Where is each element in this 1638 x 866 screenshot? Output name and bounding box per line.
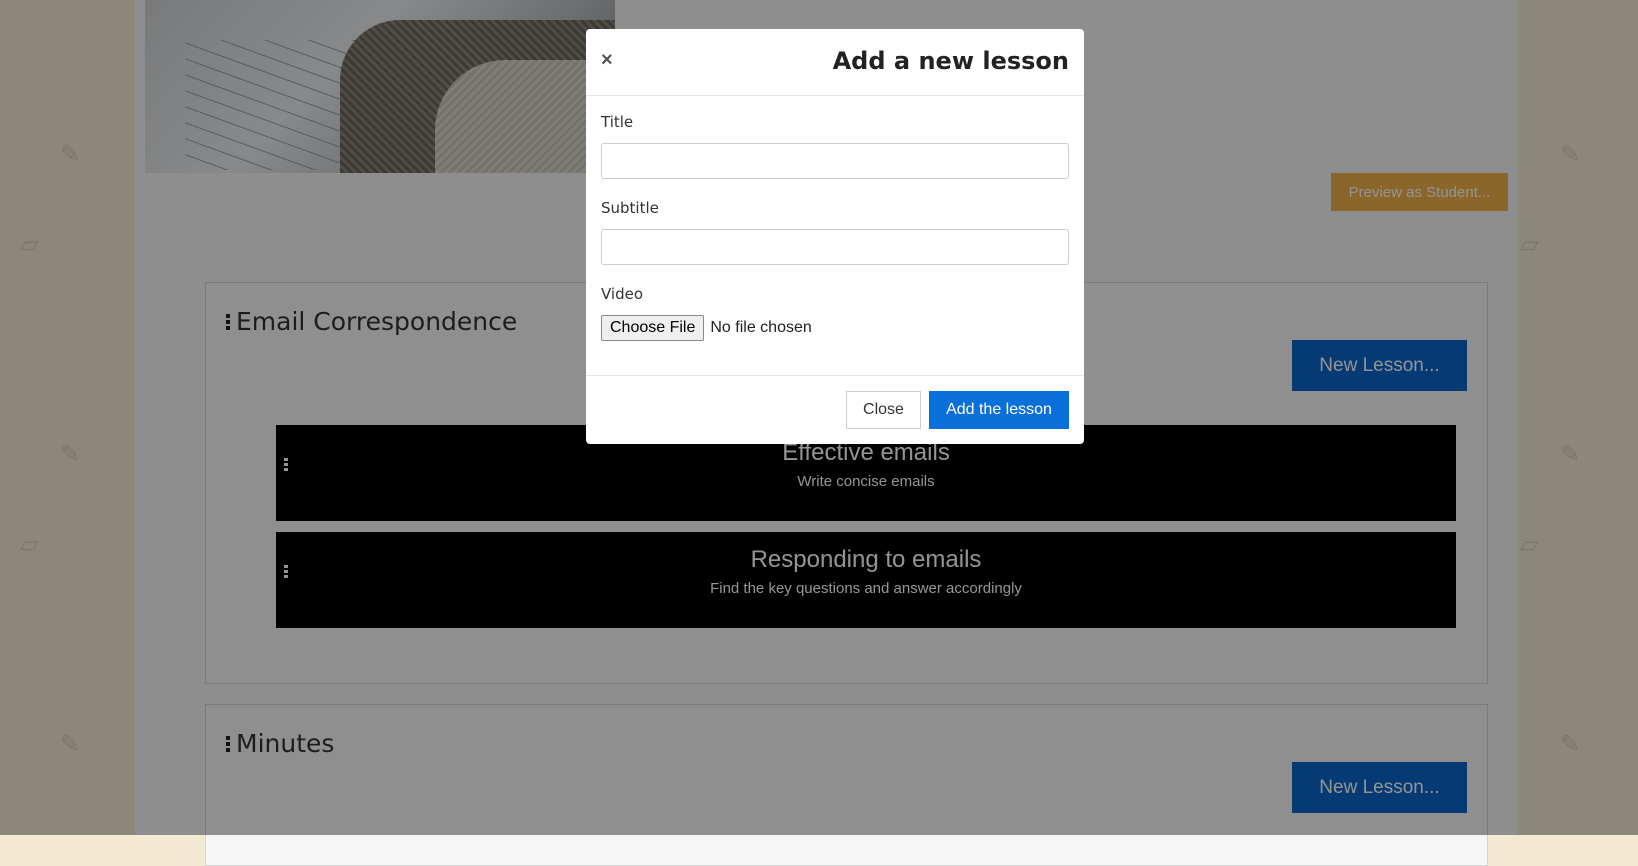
modal-header: × Add a new lesson xyxy=(586,29,1084,96)
add-lesson-modal: × Add a new lesson Title Subtitle Video … xyxy=(586,29,1084,444)
add-lesson-button[interactable]: Add the lesson xyxy=(929,391,1069,429)
video-label: Video xyxy=(601,285,644,303)
subtitle-input[interactable] xyxy=(601,229,1069,265)
close-button[interactable]: Close xyxy=(846,391,921,429)
modal-footer: Close Add the lesson xyxy=(586,375,1084,445)
modal-title: Add a new lesson xyxy=(832,47,1069,75)
title-label: Title xyxy=(601,113,634,131)
file-status: No file chosen xyxy=(710,319,812,336)
subtitle-label: Subtitle xyxy=(601,199,659,217)
choose-file-button[interactable]: Choose File xyxy=(601,315,705,341)
title-input[interactable] xyxy=(601,143,1069,179)
close-icon[interactable]: × xyxy=(601,49,613,72)
video-file-input: Choose File No file chosen xyxy=(601,315,812,341)
